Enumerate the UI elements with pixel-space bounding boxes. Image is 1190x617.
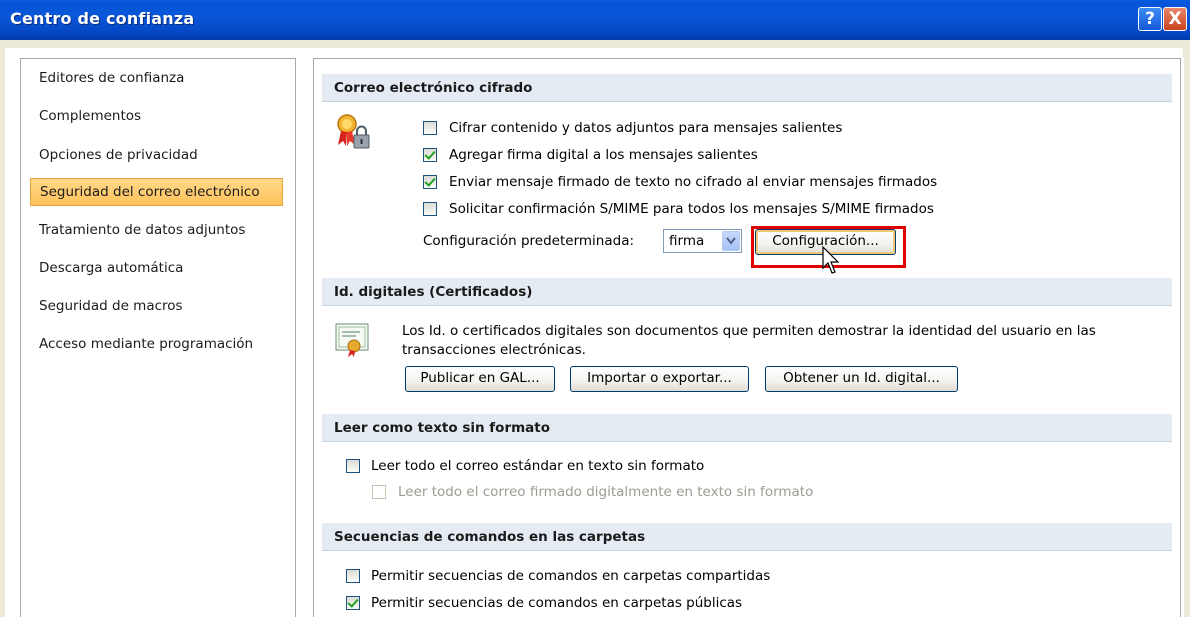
add-digital-signature-checkbox[interactable] [423,148,437,162]
section-header-plain-text: Leer como texto sin formato [322,414,1172,442]
read-signed-as-plain-text-label: Leer todo el correo firmado digitalmente… [398,484,814,500]
nav-item-macro-security[interactable]: Seguridad de macros [29,292,283,320]
certificate-lock-icon [337,114,370,149]
nav-item-automatic-download[interactable]: Descarga automática [29,254,283,282]
nav-item-trusted-publishers[interactable]: Editores de confianza [29,64,283,92]
digital-ids-description-line2: transacciones electrónicas. [402,342,586,358]
title-bar: Centro de confianza ? X [0,0,1190,40]
certificate-icon [335,323,369,357]
scripts-shared-folders-label: Permitir secuencias de comandos en carpe… [371,568,771,584]
scripts-public-folders-checkbox[interactable] [346,596,360,610]
send-clear-text-signed-label: Enviar mensaje firmado de texto no cifra… [449,174,938,190]
help-button[interactable]: ? [1138,7,1162,31]
nav-item-privacy-options[interactable]: Opciones de privacidad [29,141,283,169]
section-header-encrypted-email: Correo electrónico cifrado [322,74,1172,102]
chevron-down-icon[interactable] [722,231,740,251]
section-header-folder-scripts: Secuencias de comandos en las carpetas [322,523,1172,551]
add-digital-signature-label: Agregar firma digital a los mensajes sal… [449,147,758,163]
window-title: Centro de confianza [10,9,195,28]
default-setting-dropdown[interactable]: firma [663,229,742,253]
scripts-public-folders-label: Permitir secuencias de comandos en carpe… [371,595,743,611]
digital-ids-description-line1: Los Id. o certificados digitales son doc… [402,323,1096,339]
send-clear-text-signed-checkbox[interactable] [423,175,437,189]
request-smime-receipt-label: Solicitar confirmación S/MIME para todos… [449,201,934,217]
read-as-plain-text-checkbox[interactable] [346,459,360,473]
nav-item-add-ins[interactable]: Complementos [29,102,283,130]
mouse-pointer-icon [822,246,840,274]
scripts-shared-folders-checkbox[interactable] [346,569,360,583]
nav-item-programmatic-access[interactable]: Acceso mediante programación [29,330,283,358]
close-button[interactable]: X [1163,7,1187,31]
get-digital-id-button[interactable]: Obtener un Id. digital... [765,366,958,392]
nav-item-email-security[interactable]: Seguridad del correo electrónico [30,178,283,206]
request-smime-receipt-checkbox[interactable] [423,202,437,216]
nav-item-attachment-handling[interactable]: Tratamiento de datos adjuntos [29,216,283,244]
default-setting-value: firma [669,233,705,249]
category-nav: Editores de confianza Complementos Opcio… [20,58,296,617]
encrypt-contents-label: Cifrar contenido y datos adjuntos para m… [449,120,843,136]
read-signed-as-plain-text-checkbox [372,485,386,499]
default-setting-label: Configuración predeterminada: [423,233,635,249]
section-header-digital-ids: Id. digitales (Certificados) [322,278,1172,306]
import-export-button[interactable]: Importar o exportar... [570,366,749,392]
encrypt-contents-checkbox[interactable] [423,121,437,135]
read-as-plain-text-label: Leer todo el correo estándar en texto si… [371,458,705,474]
publish-to-gal-button[interactable]: Publicar en GAL... [405,366,555,392]
